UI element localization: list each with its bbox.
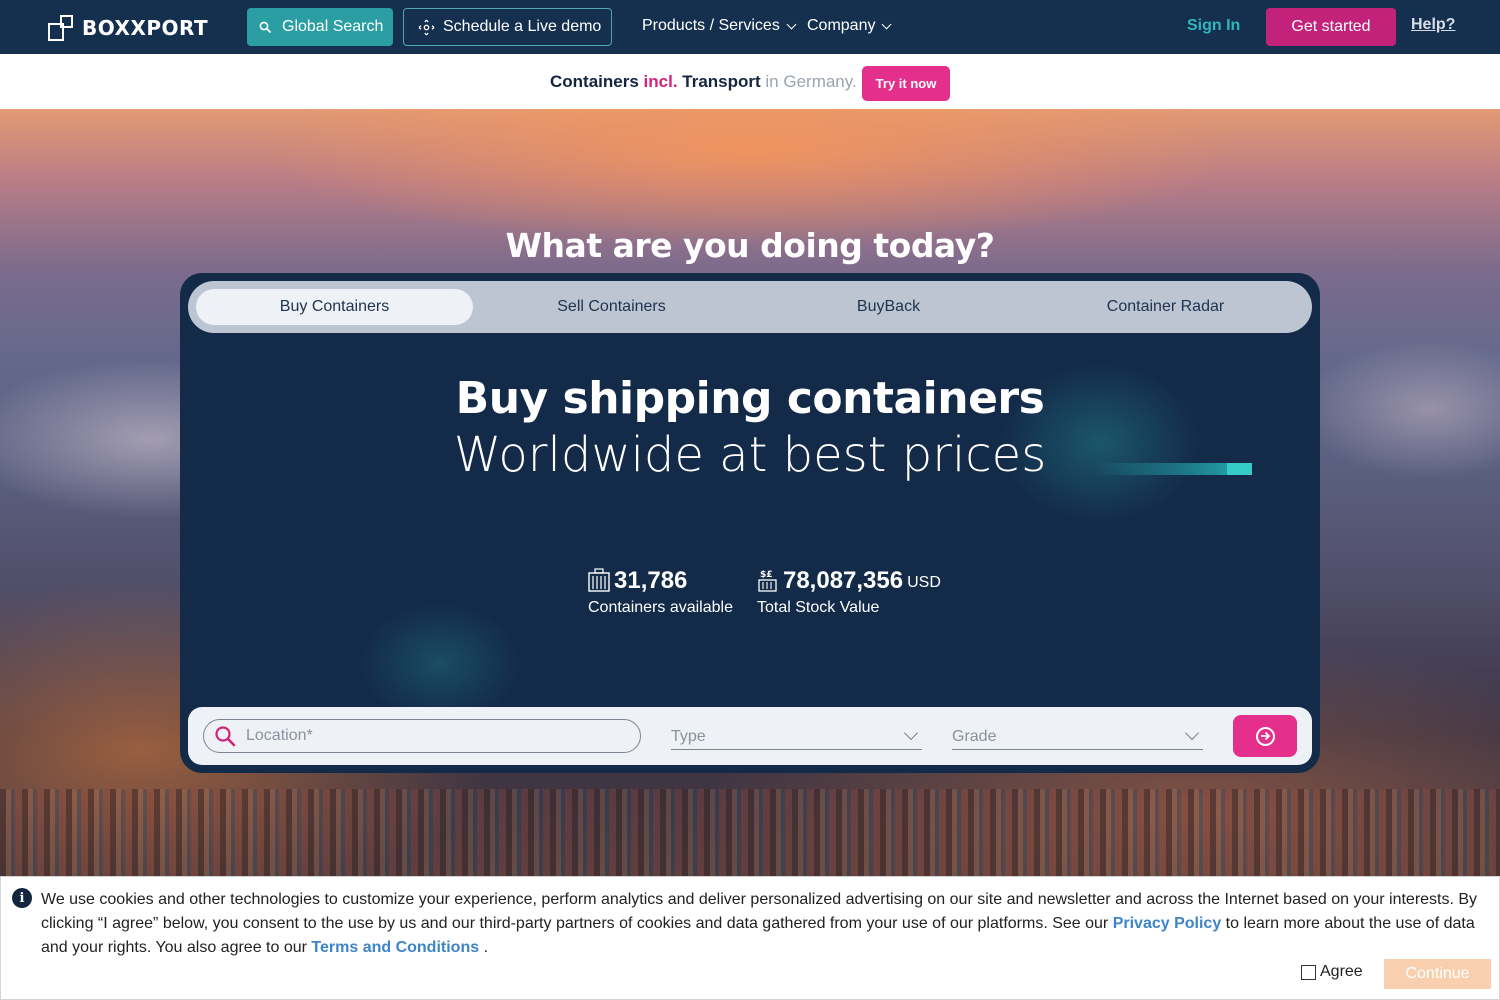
nav-company-label: Company <box>807 17 876 34</box>
location-input[interactable] <box>246 727 606 745</box>
continue-button[interactable]: Continue <box>1384 959 1491 989</box>
chevron-down-icon <box>1184 725 1200 741</box>
privacy-policy-link[interactable]: Privacy Policy <box>1113 915 1222 932</box>
chevron-down-icon <box>882 19 892 29</box>
headline-light: Worldwide at best prices <box>453 427 1047 483</box>
nav-company[interactable]: Company <box>807 17 892 35</box>
global-search-label: Global Search <box>282 18 384 35</box>
sign-in-link[interactable]: Sign In <box>1187 17 1240 35</box>
brand-logo[interactable]: BOXXPORT <box>48 14 208 42</box>
promo-location: in Germany. <box>760 72 857 91</box>
move-arrows-icon <box>418 19 435 35</box>
stat-stock-value: $£ 78,087,356 USD Total Stock Value <box>757 567 941 617</box>
tab-container-radar[interactable]: Container Radar <box>1027 289 1304 325</box>
promo-text: Containers incl. Transport in Germany. <box>550 72 857 92</box>
help-link[interactable]: Help? <box>1411 16 1455 34</box>
stat-stock-value-number: 78,087,356 <box>782 567 904 594</box>
search-submit-button[interactable] <box>1233 715 1297 757</box>
brand-name: BOXXPORT <box>82 16 209 40</box>
tab-buyback[interactable]: BuyBack <box>750 289 1027 325</box>
hero-question: What are you doing today? <box>505 226 995 265</box>
type-select[interactable]: Type <box>671 725 922 750</box>
cookie-text-part: . <box>479 939 489 956</box>
cookie-text: We use cookies and other technologies to… <box>41 888 1486 960</box>
nav-products-services[interactable]: Products / Services <box>642 17 797 35</box>
promo-containers: Containers <box>550 72 644 91</box>
main-panel: Buy Containers Sell Containers BuyBack C… <box>180 273 1320 773</box>
search-icon <box>259 21 272 33</box>
schedule-demo-button[interactable]: Schedule a Live demo <box>403 8 612 46</box>
terms-link[interactable]: Terms and Conditions <box>311 939 479 956</box>
info-icon: i <box>12 888 32 908</box>
agree-checkbox[interactable]: Agree <box>1301 963 1363 981</box>
stock-value-icon: $£ <box>758 570 777 592</box>
global-search-button[interactable]: Global Search <box>247 8 393 46</box>
containers-icon <box>588 568 610 592</box>
chevron-down-icon <box>903 725 919 741</box>
location-field[interactable] <box>203 719 641 753</box>
search-icon <box>215 726 236 747</box>
chevron-down-icon <box>786 19 797 29</box>
top-navigation: BOXXPORT Global Search Schedule a Live d… <box>0 0 1500 54</box>
container-search-bar: Type Grade <box>188 707 1312 765</box>
svg-text:$£: $£ <box>760 570 773 580</box>
stat-containers: 31,786 Containers available <box>588 567 733 617</box>
promo-incl: incl. <box>643 72 678 91</box>
stat-stock-value-unit: USD <box>907 574 941 591</box>
stat-containers-label: Containers available <box>588 599 733 616</box>
action-tabs: Buy Containers Sell Containers BuyBack C… <box>188 281 1312 333</box>
checkbox-icon[interactable] <box>1301 964 1316 980</box>
get-started-button[interactable]: Get started <box>1266 8 1396 46</box>
tab-buy-containers[interactable]: Buy Containers <box>196 289 473 325</box>
nav-products-label: Products / Services <box>642 17 780 34</box>
try-it-now-button[interactable]: Try it now <box>862 66 950 101</box>
cookie-banner: i We use cookies and other technologies … <box>0 876 1500 1000</box>
stats-row: 31,786 Containers available $£ 78,087,35… <box>588 567 941 617</box>
schedule-demo-label: Schedule a Live demo <box>443 18 602 35</box>
stat-containers-value: 31,786 <box>614 567 688 594</box>
grade-select[interactable]: Grade <box>952 725 1203 750</box>
tab-sell-containers[interactable]: Sell Containers <box>473 289 750 325</box>
logo-icon <box>48 15 74 41</box>
agree-label: Agree <box>1320 963 1363 980</box>
grade-placeholder: Grade <box>952 728 997 745</box>
headline: Buy shipping containers Worldwide at bes… <box>180 373 1320 485</box>
arrow-right-icon <box>1255 726 1275 746</box>
promo-transport: Transport <box>677 72 761 91</box>
type-placeholder: Type <box>671 728 706 745</box>
headline-bold: Buy shipping containers <box>455 373 1045 424</box>
stat-stock-value-label: Total Stock Value <box>756 599 880 616</box>
promo-bar: Containers incl. Transport in Germany. T… <box>0 54 1500 109</box>
